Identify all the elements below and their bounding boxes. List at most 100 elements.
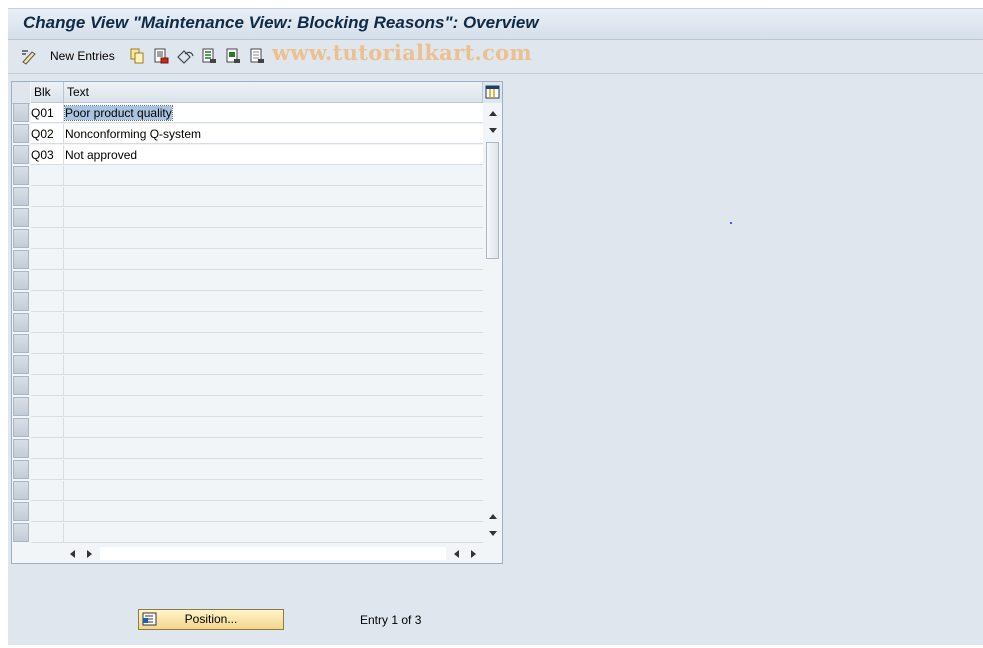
blk-cell[interactable] xyxy=(31,376,64,396)
row-selector[interactable] xyxy=(13,187,29,206)
blk-cell[interactable] xyxy=(31,334,64,354)
vertical-scrollbar[interactable] xyxy=(483,103,502,544)
scroll-right-icon[interactable] xyxy=(86,549,94,559)
table-row[interactable]: Q03 Not approved xyxy=(31,145,483,166)
text-cell[interactable]: Poor product quality xyxy=(64,103,483,123)
text-cell[interactable] xyxy=(64,355,483,375)
copy-icon[interactable] xyxy=(129,48,145,66)
row-selector[interactable] xyxy=(13,439,29,458)
blk-cell[interactable] xyxy=(31,292,64,312)
row-selector[interactable] xyxy=(13,250,29,269)
table-row-empty[interactable] xyxy=(31,187,483,208)
table-row-empty[interactable] xyxy=(31,166,483,187)
table-row-empty[interactable] xyxy=(31,355,483,376)
row-selector[interactable] xyxy=(13,355,29,374)
table-row-empty[interactable] xyxy=(31,481,483,502)
row-selector[interactable] xyxy=(13,166,29,185)
text-cell[interactable] xyxy=(64,229,483,249)
scroll-page-up-icon[interactable] xyxy=(488,512,498,520)
table-settings-icon[interactable] xyxy=(483,82,502,104)
new-entries-button[interactable]: New Entries xyxy=(50,49,115,63)
row-selector[interactable] xyxy=(13,313,29,332)
horizontal-scrollbar[interactable] xyxy=(12,544,502,563)
text-cell[interactable] xyxy=(64,271,483,291)
delete-icon[interactable] xyxy=(153,48,169,66)
text-cell[interactable] xyxy=(64,502,483,522)
position-button[interactable]: Position... xyxy=(138,609,284,630)
blk-cell[interactable]: Q01 xyxy=(31,103,64,123)
undo-icon[interactable] xyxy=(176,48,194,66)
blk-cell[interactable] xyxy=(31,502,64,522)
table-row-empty[interactable] xyxy=(31,418,483,439)
row-selector[interactable] xyxy=(13,103,29,122)
blk-cell[interactable] xyxy=(31,439,64,459)
blk-cell[interactable]: Q03 xyxy=(31,145,64,165)
blk-cell[interactable] xyxy=(31,187,64,207)
row-selector[interactable] xyxy=(13,418,29,437)
select-block-icon[interactable] xyxy=(225,48,241,66)
blk-cell[interactable] xyxy=(31,250,64,270)
scroll-thumb[interactable] xyxy=(486,142,499,259)
text-cell[interactable] xyxy=(64,397,483,417)
text-cell[interactable] xyxy=(64,481,483,501)
display-change-icon[interactable] xyxy=(20,48,38,66)
row-selector[interactable] xyxy=(13,376,29,395)
select-all-icon[interactable] xyxy=(201,48,217,66)
table-row-empty[interactable] xyxy=(31,523,483,544)
table-row-empty[interactable] xyxy=(31,229,483,250)
table-row-empty[interactable] xyxy=(31,460,483,481)
row-selector[interactable] xyxy=(13,292,29,311)
text-cell[interactable] xyxy=(64,313,483,333)
select-all-rows-button[interactable] xyxy=(12,82,30,104)
row-selector[interactable] xyxy=(13,502,29,521)
text-cell[interactable] xyxy=(64,460,483,480)
blk-cell[interactable] xyxy=(31,208,64,228)
scroll-page-down-icon[interactable] xyxy=(488,530,498,538)
table-row-empty[interactable] xyxy=(31,502,483,523)
table-row-empty[interactable] xyxy=(31,439,483,460)
table-row-empty[interactable] xyxy=(31,292,483,313)
row-selector[interactable] xyxy=(13,229,29,248)
scroll-up-icon[interactable] xyxy=(488,109,498,117)
blk-cell[interactable] xyxy=(31,229,64,249)
table-row-empty[interactable] xyxy=(31,250,483,271)
row-selector[interactable] xyxy=(13,271,29,290)
text-cell[interactable]: Not approved xyxy=(64,145,483,165)
horizontal-scroll-track[interactable] xyxy=(100,547,446,560)
text-cell[interactable] xyxy=(64,334,483,354)
table-row-empty[interactable] xyxy=(31,397,483,418)
deselect-all-icon[interactable] xyxy=(249,48,265,66)
row-selector[interactable] xyxy=(13,145,29,164)
row-selector[interactable] xyxy=(13,397,29,416)
blk-cell[interactable] xyxy=(31,523,64,543)
column-header-text[interactable]: Text xyxy=(64,82,483,103)
table-row-empty[interactable] xyxy=(31,334,483,355)
row-selector[interactable] xyxy=(13,334,29,353)
blk-cell[interactable] xyxy=(31,397,64,417)
blk-cell[interactable] xyxy=(31,313,64,333)
table-row[interactable]: Q01 Poor product quality xyxy=(31,103,483,124)
text-cell[interactable]: Nonconforming Q-system xyxy=(64,124,483,144)
text-cell[interactable] xyxy=(64,439,483,459)
blk-cell[interactable] xyxy=(31,271,64,291)
row-selector[interactable] xyxy=(13,460,29,479)
row-selector[interactable] xyxy=(13,523,29,542)
row-selector[interactable] xyxy=(13,124,29,143)
blk-cell[interactable] xyxy=(31,460,64,480)
scroll-right-icon[interactable] xyxy=(470,549,478,559)
blk-cell[interactable] xyxy=(31,418,64,438)
scroll-left-icon[interactable] xyxy=(452,549,460,559)
blk-cell[interactable] xyxy=(31,481,64,501)
text-cell[interactable] xyxy=(64,292,483,312)
blk-cell[interactable]: Q02 xyxy=(31,124,64,144)
table-row[interactable]: Q02 Nonconforming Q-system xyxy=(31,124,483,145)
text-cell[interactable] xyxy=(64,187,483,207)
text-cell[interactable] xyxy=(64,250,483,270)
text-cell[interactable] xyxy=(64,523,483,543)
table-row-empty[interactable] xyxy=(31,313,483,334)
scroll-left-icon[interactable] xyxy=(68,549,76,559)
blk-cell[interactable] xyxy=(31,166,64,186)
table-row-empty[interactable] xyxy=(31,376,483,397)
text-cell[interactable] xyxy=(64,418,483,438)
table-row-empty[interactable] xyxy=(31,271,483,292)
